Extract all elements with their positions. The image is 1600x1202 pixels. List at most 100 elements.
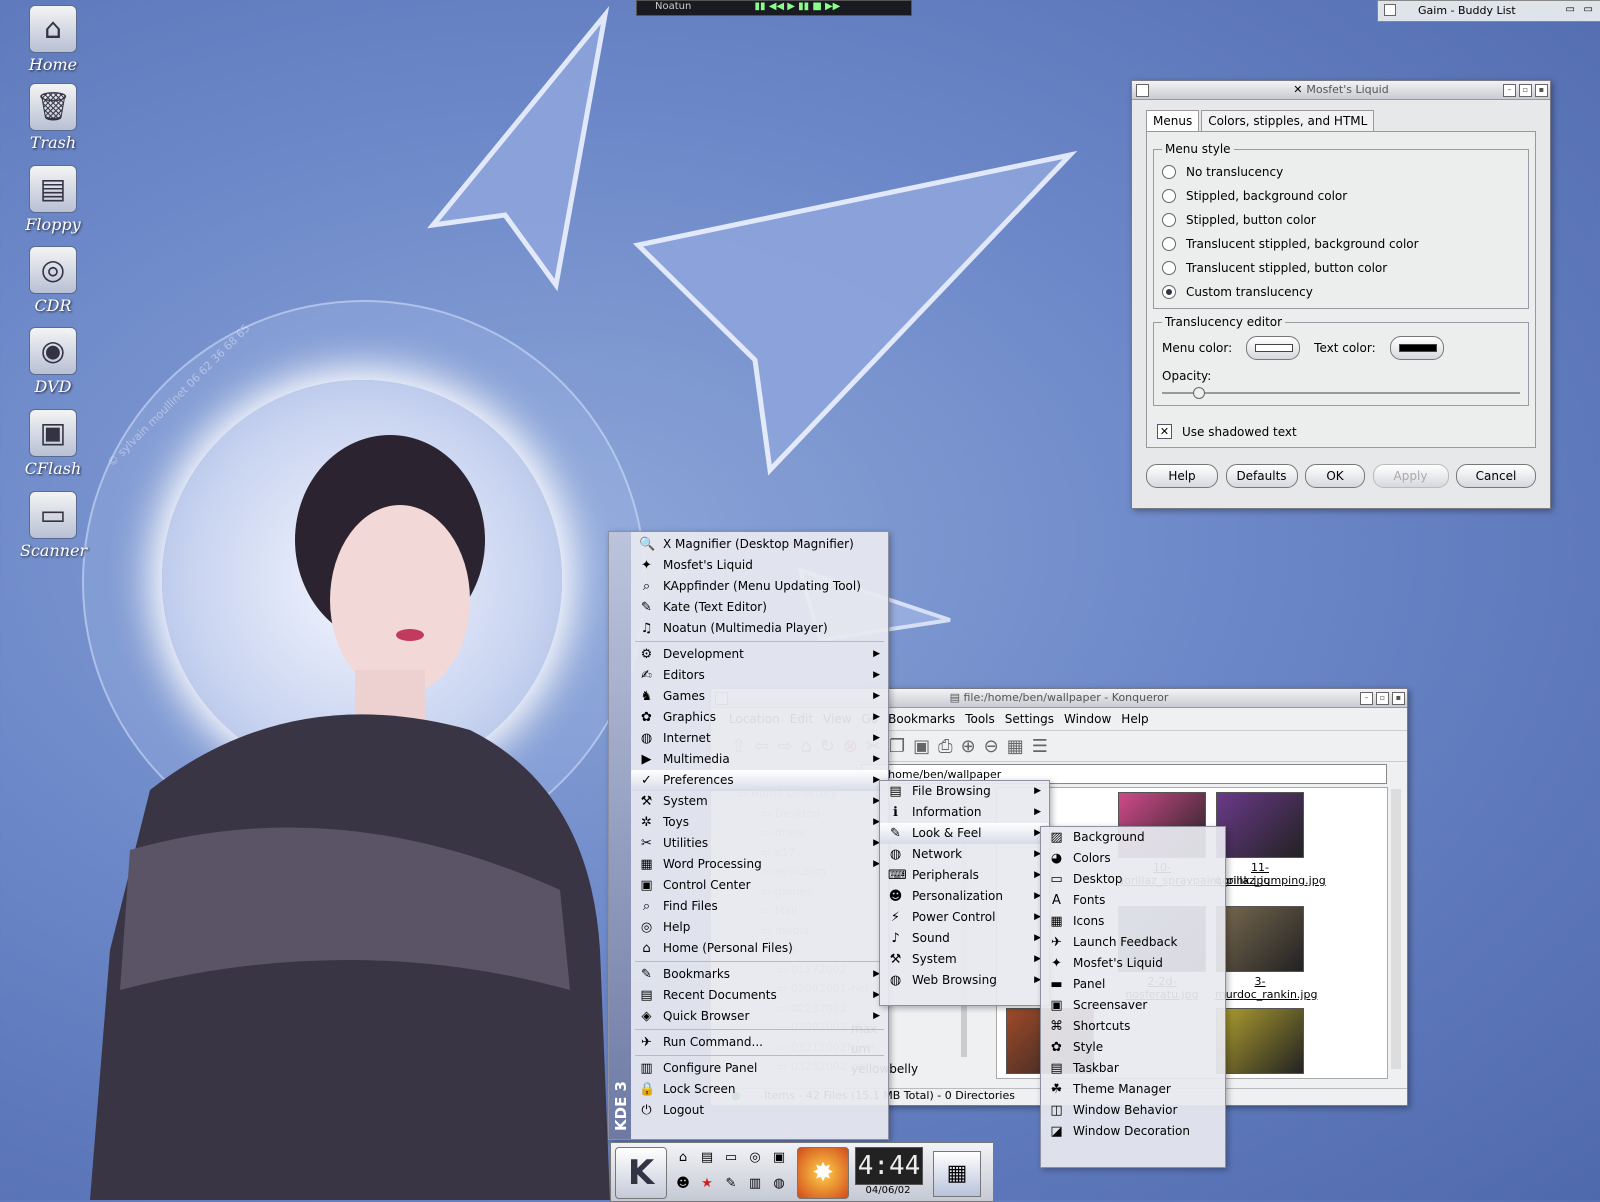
file-view-scrollbar[interactable] <box>1391 789 1401 1069</box>
menu-help[interactable]: Help <box>1121 712 1148 726</box>
menu-item-screensaver[interactable]: ▣ Screensaver <box>1041 995 1225 1016</box>
file-item[interactable]: 11-gorillaz_jumping.jpg <box>1215 792 1326 887</box>
menu-item-games[interactable]: ♞ Games ▶ <box>631 686 888 707</box>
menu-item-taskbar[interactable]: ▤ Taskbar <box>1041 1058 1225 1079</box>
opacity-slider-handle[interactable] <box>1192 387 1205 399</box>
menu-item-configure-panel[interactable]: ▥ Configure Panel <box>631 1058 888 1079</box>
window-menu-button[interactable] <box>1136 84 1149 97</box>
clock[interactable]: 4:44 <box>855 1147 923 1185</box>
defaults-button[interactable]: Defaults <box>1225 464 1298 488</box>
menu-item-mosfet-s-liquid[interactable]: ✦ Mosfet's Liquid <box>631 555 888 576</box>
tab-colors-stipples-html[interactable]: Colors, stipples, and HTML <box>1201 110 1375 131</box>
menu-item-quick-browser[interactable]: ◈ Quick Browser ▶ <box>631 1006 888 1027</box>
radio-button-icon[interactable] <box>1162 237 1176 251</box>
menu-item-development[interactable]: ⚙ Development ▶ <box>631 644 888 665</box>
menu-item-information[interactable]: ℹ Information ▶ <box>880 802 1049 823</box>
camera-icon[interactable]: ▣ <box>770 1149 788 1167</box>
close-button[interactable]: ▪ <box>1535 84 1548 97</box>
network-icon[interactable]: ◍ <box>770 1175 788 1193</box>
cancel-button[interactable]: Cancel <box>1456 464 1536 488</box>
desktop-icon-cdr[interactable]: ◎ CDR <box>20 246 86 315</box>
menu-item-fonts[interactable]: A Fonts <box>1041 890 1225 911</box>
menu-item-background[interactable]: ▨ Background <box>1041 827 1225 848</box>
window-menu-button[interactable] <box>1384 4 1396 16</box>
menu-item-preferences[interactable]: ✓ Preferences ▶ <box>631 770 888 791</box>
menu-style-option[interactable]: Stippled, background color <box>1162 184 1520 208</box>
menu-item-find-files[interactable]: ⌕ Find Files <box>631 896 888 917</box>
minimize-button[interactable]: – <box>1503 84 1516 97</box>
menu-item-power-control[interactable]: ⚡ Power Control ▶ <box>880 907 1049 928</box>
mosfet-titlebar[interactable]: ✕ Mosfet's Liquid – ▫ ▪ <box>1132 81 1550 100</box>
zoom-in-icon[interactable]: ⊕ <box>961 736 976 757</box>
kmenu-button[interactable]: K <box>615 1147 667 1199</box>
menu-item-internet[interactable]: ◍ Internet ▶ <box>631 728 888 749</box>
file-item[interactable]: 3-murdoc_rankin.jpg <box>1215 906 1317 1001</box>
menu-tools[interactable]: Tools <box>965 712 995 726</box>
desktop-icon-floppy[interactable]: ▤ Floppy <box>20 165 86 234</box>
menu-item-peripherals[interactable]: ⌨ Peripherals ▶ <box>880 865 1049 886</box>
menu-bookmarks[interactable]: Bookmarks <box>888 712 955 726</box>
menu-item-window-behavior[interactable]: ◫ Window Behavior <box>1041 1100 1225 1121</box>
menu-item-personalization[interactable]: ☻ Personalization ▶ <box>880 886 1049 907</box>
menu-item-theme-manager[interactable]: ☘ Theme Manager <box>1041 1079 1225 1100</box>
menu-item-toys[interactable]: ✲ Toys ▶ <box>631 812 888 833</box>
noatun-controls[interactable]: ▮▮ ◀◀ ▶ ▮▮ ■ ▶▶ <box>755 1 841 12</box>
desktop-icon-trash[interactable]: 🗑 Trash <box>20 83 86 152</box>
print-icon[interactable]: ⎙ <box>938 736 952 757</box>
menu-style-option[interactable]: Translucent stippled, button color <box>1162 256 1520 280</box>
apply-button[interactable]: Apply <box>1372 464 1449 488</box>
desktop-icon-scanner[interactable]: ▭ Scanner <box>20 491 87 560</box>
menu-item-control-center[interactable]: ▣ Control Center <box>631 875 888 896</box>
maximize-button[interactable]: ▫ <box>1519 84 1532 97</box>
editor-icon[interactable]: ✎ <box>722 1175 740 1193</box>
menu-item-network[interactable]: ◍ Network ▶ <box>880 844 1049 865</box>
menu-item-logout[interactable]: ⏻ Logout <box>631 1100 888 1121</box>
shadowed-text-checkbox[interactable]: ✕ Use shadowed text <box>1153 424 1529 439</box>
menu-style-option[interactable]: Stippled, button color <box>1162 208 1520 232</box>
menu-item-icons[interactable]: ▦ Icons <box>1041 911 1225 932</box>
maximize-button[interactable]: ▫ <box>1376 692 1389 705</box>
radio-button-icon[interactable] <box>1162 261 1176 275</box>
paste-icon[interactable]: ▣ <box>913 736 930 757</box>
menu-item-file-browsing[interactable]: ▤ File Browsing ▶ <box>880 781 1049 802</box>
menu-item-run-command-[interactable]: ✈ Run Command... <box>631 1032 888 1053</box>
minimize-button[interactable]: ▭ <box>1566 4 1575 15</box>
radio-button-icon[interactable] <box>1162 165 1176 179</box>
radio-button-icon[interactable] <box>1162 189 1176 203</box>
menu-item-desktop[interactable]: ▭ Desktop <box>1041 869 1225 890</box>
menu-item-utilities[interactable]: ✂ Utilities ▶ <box>631 833 888 854</box>
menu-item-word-processing[interactable]: ▦ Word Processing ▶ <box>631 854 888 875</box>
radio-button-icon[interactable] <box>1162 213 1176 227</box>
zoom-out-icon[interactable]: ⊖ <box>984 736 999 757</box>
menu-color-button[interactable] <box>1246 336 1301 360</box>
menu-settings[interactable]: Settings <box>1005 712 1054 726</box>
help-icon[interactable]: ◎ <box>746 1149 764 1167</box>
launch-feedback-icon[interactable]: ✸ <box>797 1147 849 1199</box>
menu-style-option[interactable]: Translucent stippled, background color <box>1162 232 1520 256</box>
menu-item-launch-feedback[interactable]: ✈ Launch Feedback <box>1041 932 1225 953</box>
menu-item-colors[interactable]: ◕ Colors <box>1041 848 1225 869</box>
menu-item-recent-documents[interactable]: ▤ Recent Documents ▶ <box>631 985 888 1006</box>
menu-item-panel[interactable]: ▬ Panel <box>1041 974 1225 995</box>
star-icon[interactable]: ★ <box>698 1175 716 1193</box>
help-button[interactable]: Help <box>1146 464 1218 488</box>
home-icon[interactable]: ⌂ <box>674 1149 692 1167</box>
menu-item-editors[interactable]: ✍ Editors ▶ <box>631 665 888 686</box>
checkbox-check-icon[interactable]: ✕ <box>1157 424 1172 439</box>
menu-item-lock-screen[interactable]: 🔒 Lock Screen <box>631 1079 888 1100</box>
icon-view-icon[interactable]: ▦ <box>1007 736 1024 757</box>
close-button[interactable]: ▪ <box>1392 692 1405 705</box>
menu-item-system[interactable]: ⚒ System ▶ <box>880 949 1049 970</box>
menu-style-option[interactable]: No translucency <box>1162 160 1520 184</box>
menu-item-x-magnifier-desktop-magnifier-[interactable]: 🔍 X Magnifier (Desktop Magnifier) <box>631 534 888 555</box>
maximize-button[interactable]: ▭ <box>1584 4 1593 15</box>
show-desktop-icon[interactable]: ▦ <box>933 1151 981 1197</box>
gaim-icon[interactable]: ☻ <box>674 1175 692 1193</box>
radio-button-icon[interactable] <box>1162 285 1176 299</box>
menu-item-shortcuts[interactable]: ⌘ Shortcuts <box>1041 1016 1225 1037</box>
text-color-button[interactable] <box>1389 336 1444 360</box>
menu-item-look-feel[interactable]: ✎ Look & Feel ▶ <box>880 823 1049 844</box>
menu-item-kappfinder-menu-updating-tool-[interactable]: ⌕ KAppfinder (Menu Updating Tool) <box>631 576 888 597</box>
menu-item-window-decoration[interactable]: ◪ Window Decoration <box>1041 1121 1225 1142</box>
menu-item-sound[interactable]: ♪ Sound ▶ <box>880 928 1049 949</box>
